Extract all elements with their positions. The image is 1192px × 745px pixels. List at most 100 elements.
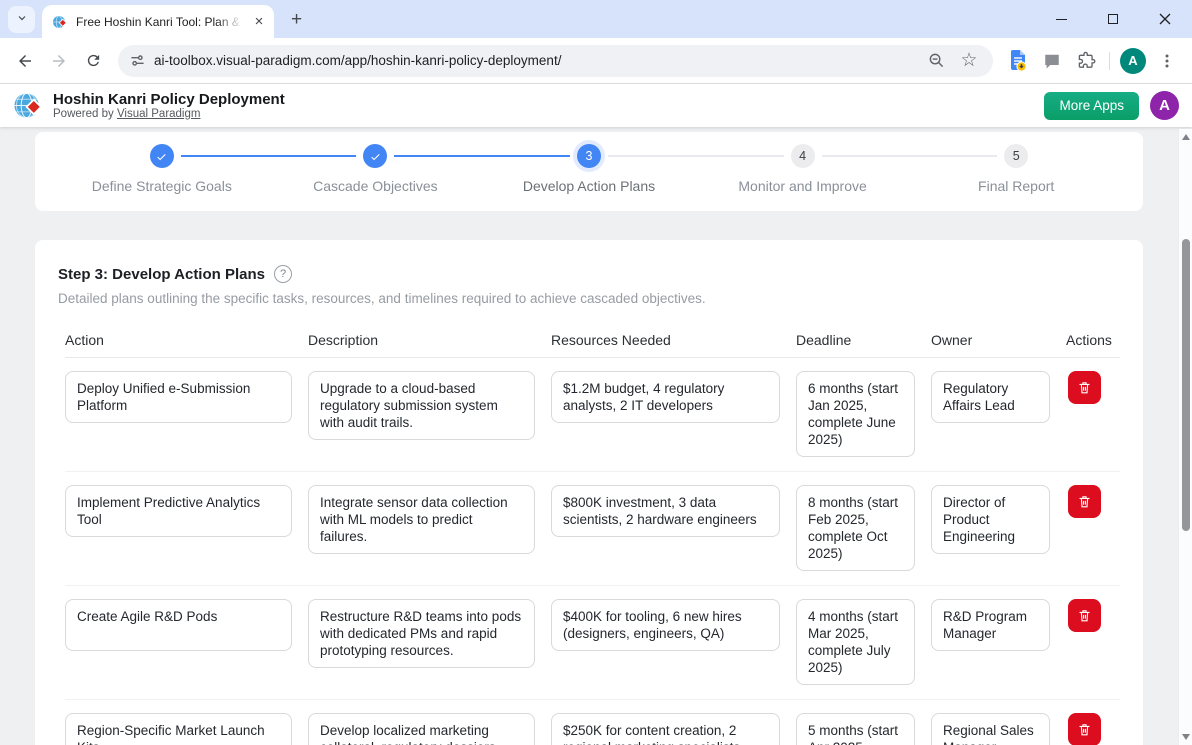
more-apps-button[interactable]: More Apps (1044, 92, 1139, 120)
column-header-action: Action (65, 332, 292, 348)
column-header-deadline: Deadline (796, 332, 915, 348)
resources-field[interactable]: $400K for tooling, 6 new hires (designer… (551, 599, 780, 651)
description-field[interactable]: Upgrade to a cloud-based regulatory subm… (308, 371, 535, 440)
browser-tab-strip: Free Hoshin Kanri Tool: Plan & E × + (0, 0, 1192, 38)
step-label: Monitor and Improve (738, 178, 866, 194)
stepper-step-cascade-objectives[interactable]: Cascade Objectives (269, 144, 483, 194)
scrollbar-thumb[interactable] (1182, 239, 1190, 531)
powered-by: Powered by Visual Paradigm (53, 108, 285, 121)
step-number: 5 (1004, 144, 1028, 168)
table-row: Create Agile R&D Pods Restructure R&D te… (65, 586, 1120, 700)
reload-button[interactable] (76, 44, 110, 78)
browser-tab[interactable]: Free Hoshin Kanri Tool: Plan & E × (42, 5, 274, 38)
step3-panel: Step 3: Develop Action Plans ? Detailed … (35, 240, 1143, 745)
help-icon[interactable]: ? (274, 265, 292, 283)
tab-title: Free Hoshin Kanri Tool: Plan & E (76, 15, 242, 29)
window-minimize-button[interactable] (1048, 6, 1074, 32)
stepper-card: Define Strategic Goals Cascade Objective… (35, 132, 1143, 211)
trash-icon (1077, 494, 1092, 509)
delete-row-button[interactable] (1068, 371, 1101, 404)
visual-paradigm-link[interactable]: Visual Paradigm (117, 108, 201, 120)
arrow-right-icon (50, 52, 68, 70)
action-field[interactable]: Create Agile R&D Pods (65, 599, 292, 651)
resources-field[interactable]: $250K for content creation, 2 regional m… (551, 713, 780, 745)
user-avatar[interactable]: A (1150, 91, 1179, 120)
table-row: Implement Predictive Analytics Tool Inte… (65, 472, 1120, 586)
owner-field[interactable]: Regulatory Affairs Lead (931, 371, 1050, 423)
description-field[interactable]: Develop localized marketing collateral, … (308, 713, 535, 745)
action-field[interactable]: Implement Predictive Analytics Tool (65, 485, 292, 537)
scroll-up-arrow-icon[interactable] (1182, 134, 1190, 140)
site-favicon-icon (52, 14, 68, 30)
page-title: Step 3: Develop Action Plans (58, 266, 265, 283)
deadline-field[interactable]: 8 months (start Feb 2025, complete Oct 2… (796, 485, 915, 571)
extension-doc-icon[interactable] (1003, 46, 1033, 76)
trash-icon (1077, 608, 1092, 623)
owner-field[interactable]: R&D Program Manager (931, 599, 1050, 651)
app-logo-icon (13, 90, 44, 121)
deadline-field[interactable]: 5 months (start Apr 2025, complete Aug 2… (796, 713, 915, 745)
forward-button[interactable] (42, 44, 76, 78)
column-header-description: Description (308, 332, 535, 348)
action-field[interactable]: Region-Specific Market Launch Kits (65, 713, 292, 745)
back-button[interactable] (8, 44, 42, 78)
table-row: Region-Specific Market Launch Kits Devel… (65, 700, 1120, 745)
chevron-down-icon (16, 12, 28, 27)
resources-field[interactable]: $1.2M budget, 4 regulatory analysts, 2 I… (551, 371, 780, 423)
step-number: 3 (577, 144, 601, 168)
table-header-row: Action Description Resources Needed Dead… (65, 332, 1120, 358)
action-field[interactable]: Deploy Unified e-Submission Platform (65, 371, 292, 423)
browser-menu-kebab-icon[interactable] (1152, 46, 1182, 76)
window-controls (1048, 6, 1178, 32)
deadline-field[interactable]: 6 months (start Jan 2025, complete June … (796, 371, 915, 457)
refresh-icon (85, 52, 102, 69)
column-header-actions: Actions (1066, 332, 1114, 348)
arrow-left-icon (16, 52, 34, 70)
step-number: 4 (791, 144, 815, 168)
url-text[interactable]: ai-toolbox.visual-paradigm.com/app/hoshi… (154, 53, 915, 68)
bookmark-star-icon[interactable]: ☆ (957, 49, 981, 73)
tab-close-icon[interactable]: × (250, 13, 268, 31)
tab-search-button[interactable] (8, 6, 35, 33)
owner-field[interactable]: Regional Sales Manager (931, 713, 1050, 745)
stepper-step-define-strategic-goals[interactable]: Define Strategic Goals (55, 144, 269, 194)
new-tab-button[interactable]: + (283, 6, 310, 33)
app-title: Hoshin Kanri Policy Deployment (53, 91, 285, 108)
stepper-step-final-report[interactable]: 5 Final Report (909, 144, 1123, 194)
column-header-owner: Owner (931, 332, 1050, 348)
browser-toolbar: ai-toolbox.visual-paradigm.com/app/hoshi… (0, 38, 1192, 84)
description-field[interactable]: Restructure R&D teams into pods with ded… (308, 599, 535, 668)
page-scrollbar[interactable] (1178, 129, 1192, 745)
maximize-icon (1108, 14, 1118, 24)
column-header-resources: Resources Needed (551, 332, 780, 348)
toolbar-divider (1109, 52, 1110, 70)
resources-field[interactable]: $800K investment, 3 data scientists, 2 h… (551, 485, 780, 537)
minimize-icon (1056, 19, 1067, 20)
stepper: Define Strategic Goals Cascade Objective… (55, 144, 1123, 194)
extensions-puzzle-icon[interactable] (1071, 46, 1101, 76)
action-plans-table: Action Description Resources Needed Dead… (65, 332, 1120, 745)
trash-icon (1077, 722, 1092, 737)
trash-icon (1077, 380, 1092, 395)
powered-by-prefix: Powered by (53, 108, 117, 120)
comment-bubble-icon[interactable] (1037, 46, 1067, 76)
window-maximize-button[interactable] (1100, 6, 1126, 32)
description-field[interactable]: Integrate sensor data collection with ML… (308, 485, 535, 554)
delete-row-button[interactable] (1068, 599, 1101, 632)
window-close-button[interactable] (1152, 6, 1178, 32)
site-info-icon[interactable] (130, 53, 145, 68)
app-header: Hoshin Kanri Policy Deployment Powered b… (0, 84, 1192, 127)
step-check-icon (363, 144, 387, 168)
stepper-step-monitor-and-improve[interactable]: 4 Monitor and Improve (696, 144, 910, 194)
stepper-step-develop-action-plans[interactable]: 3 Develop Action Plans (482, 144, 696, 194)
delete-row-button[interactable] (1068, 485, 1101, 518)
owner-field[interactable]: Director of Product Engineering (931, 485, 1050, 554)
scroll-down-arrow-icon[interactable] (1182, 734, 1190, 740)
deadline-field[interactable]: 4 months (start Mar 2025, complete July … (796, 599, 915, 685)
zoom-out-icon[interactable] (924, 49, 948, 73)
step-label: Cascade Objectives (313, 178, 438, 194)
delete-row-button[interactable] (1068, 713, 1101, 745)
browser-profile-avatar[interactable]: A (1120, 48, 1146, 74)
table-row: Deploy Unified e-Submission Platform Upg… (65, 358, 1120, 472)
address-bar[interactable]: ai-toolbox.visual-paradigm.com/app/hoshi… (118, 45, 993, 77)
